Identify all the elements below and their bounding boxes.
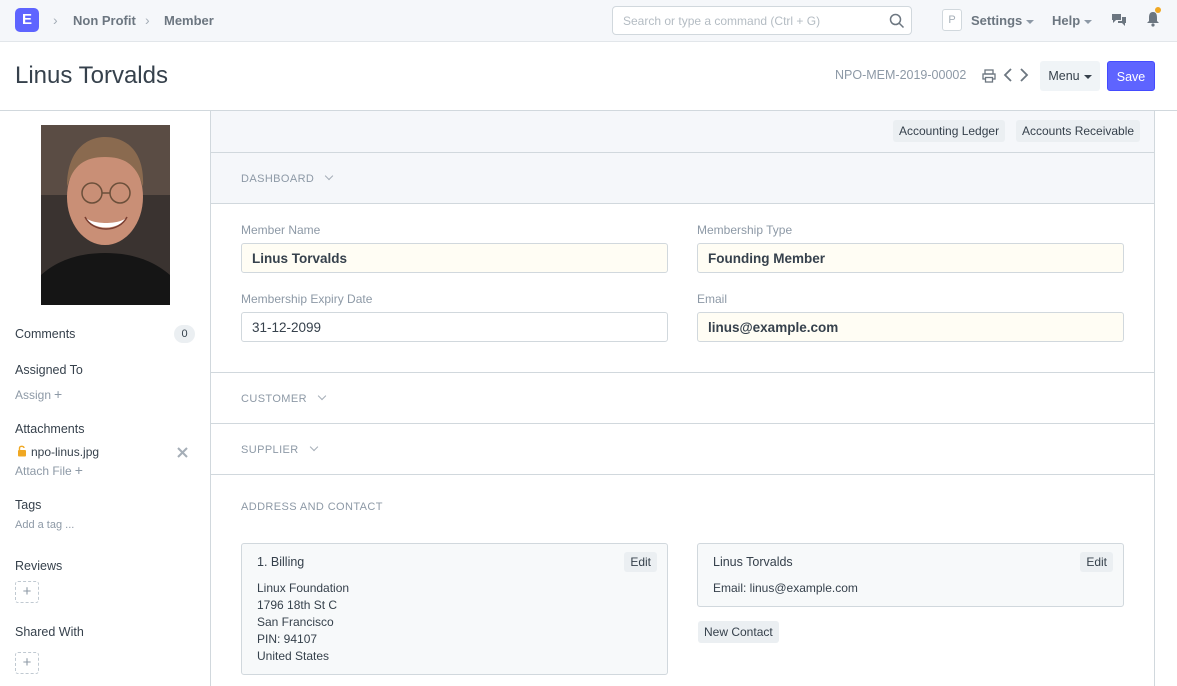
help-label: Help [1052, 13, 1081, 28]
address-line: 1796 18th St C [257, 598, 338, 612]
expiry-date-field[interactable]: 31-12-2099 [241, 312, 668, 342]
tags-label: Tags [15, 498, 42, 512]
email-label: Email [697, 292, 728, 306]
sidebar: Comments 0 Assigned To Assign + Attachmen… [0, 111, 210, 686]
address-line: Linux Foundation [257, 581, 350, 595]
address-line: PIN: 94107 [257, 632, 318, 646]
chevron-right-icon[interactable] [1019, 68, 1029, 82]
assign-link-label: Assign [15, 388, 52, 402]
divider [211, 474, 1154, 475]
address-card: 1. Billing Edit Linux Foundation 1796 18… [241, 543, 668, 675]
settings-dropdown[interactable]: Settings [971, 13, 1035, 28]
breadcrumb-member[interactable]: Member [164, 13, 214, 28]
customer-title: CUSTOMER [241, 393, 307, 405]
user-avatar[interactable]: P [942, 9, 962, 31]
notification-dot [1155, 7, 1161, 13]
chevron-down-icon [317, 391, 327, 401]
chevron-left-icon[interactable] [1003, 68, 1013, 82]
reviews-label: Reviews [15, 559, 63, 573]
customer-section-header[interactable]: CUSTOMER [241, 391, 327, 405]
dashboard-section: DASHBOARD [241, 171, 334, 185]
assign-link[interactable]: Assign + [15, 386, 62, 402]
caret-down-icon [1083, 74, 1092, 79]
search-placeholder: Search or type a command (Ctrl + G) [623, 14, 821, 28]
form-links-bar: Accounting Ledger Accounts Receivable [211, 111, 1154, 153]
address-line: San Francisco [257, 615, 334, 629]
chat-icon[interactable] [1111, 12, 1127, 28]
attachments-label: Attachments [15, 422, 85, 436]
breadcrumb-chevron-icon: › [145, 12, 150, 28]
member-photo-image [41, 125, 170, 305]
dashboard-section-header[interactable]: DASHBOARD [211, 153, 1154, 204]
attach-file-label: Attach File [15, 464, 72, 478]
address-line: United States [257, 649, 330, 663]
email-field[interactable]: linus@example.com [697, 312, 1124, 342]
contact-card-title: Linus Torvalds [713, 555, 793, 569]
search-input[interactable]: Search or type a command (Ctrl + G) [612, 6, 912, 35]
page-title: Linus Torvalds [15, 62, 168, 89]
unlock-icon [18, 445, 26, 457]
add-tag-link[interactable]: Add a tag ... [15, 519, 74, 531]
dashboard-title: DASHBOARD [241, 173, 315, 185]
menu-label: Menu [1048, 69, 1080, 83]
plus-icon: + [74, 462, 83, 478]
search-icon[interactable] [889, 13, 905, 29]
save-button[interactable]: Save [1107, 61, 1155, 91]
address-contact-title: ADDRESS AND CONTACT [241, 501, 383, 513]
add-share-button[interactable]: + [15, 652, 39, 674]
divider [211, 372, 1154, 373]
print-icon[interactable] [982, 69, 996, 83]
assigned-to-label: Assigned To [15, 363, 83, 377]
edit-address-button[interactable]: Edit [624, 552, 657, 572]
address-card-title: 1. Billing [257, 555, 305, 569]
navbar: E › Non Profit › Member Search or type a… [0, 0, 1177, 42]
comments-label: Comments [15, 327, 76, 341]
close-icon[interactable] [177, 447, 188, 458]
member-name-label: Member Name [241, 223, 321, 237]
chevron-down-icon [325, 171, 334, 181]
menu-button[interactable]: Menu [1040, 61, 1100, 91]
membership-type-field[interactable]: Founding Member [697, 243, 1124, 273]
accounts-receivable-link[interactable]: Accounts Receivable [1016, 120, 1141, 142]
bell-icon[interactable] [1146, 11, 1160, 27]
membership-type-label: Membership Type [697, 223, 793, 237]
supplier-title: SUPPLIER [241, 444, 299, 456]
edit-contact-button[interactable]: Edit [1080, 552, 1113, 572]
supplier-section-header[interactable]: SUPPLIER [241, 442, 318, 456]
contact-card: Linus Torvalds Edit Email: linus@example… [697, 543, 1124, 607]
help-dropdown[interactable]: Help [1052, 13, 1093, 28]
accounting-ledger-link[interactable]: Accounting Ledger [893, 120, 1006, 142]
shared-with-label: Shared With [15, 625, 84, 639]
document-id: NPO-MEM-2019-00002 [835, 68, 967, 82]
breadcrumb-non-profit[interactable]: Non Profit [73, 13, 136, 28]
divider [211, 423, 1154, 424]
chevron-down-icon [309, 442, 318, 452]
comments-count-badge: 0 [174, 325, 195, 343]
attach-file-link[interactable]: Attach File + [15, 462, 83, 478]
attachment-file-link[interactable]: npo-linus.jpg [31, 445, 99, 459]
plus-icon: + [54, 386, 63, 402]
add-review-button[interactable]: + [15, 581, 39, 603]
expiry-date-label: Membership Expiry Date [241, 292, 373, 306]
new-contact-button[interactable]: New Contact [698, 621, 779, 643]
member-name-field[interactable]: Linus Torvalds [241, 243, 668, 273]
caret-down-icon [1026, 19, 1035, 24]
member-photo[interactable] [41, 125, 170, 305]
breadcrumb-chevron-icon: › [53, 12, 58, 28]
caret-down-icon [1084, 19, 1093, 24]
page-head: Linus Torvalds NPO-MEM-2019-00002 Menu S… [0, 42, 1177, 111]
form-area: Accounting Ledger Accounts Receivable DA… [210, 111, 1155, 686]
app-logo[interactable]: E [15, 8, 39, 32]
contact-email-line: Email: linus@example.com [713, 581, 858, 595]
settings-label: Settings [971, 13, 1023, 28]
